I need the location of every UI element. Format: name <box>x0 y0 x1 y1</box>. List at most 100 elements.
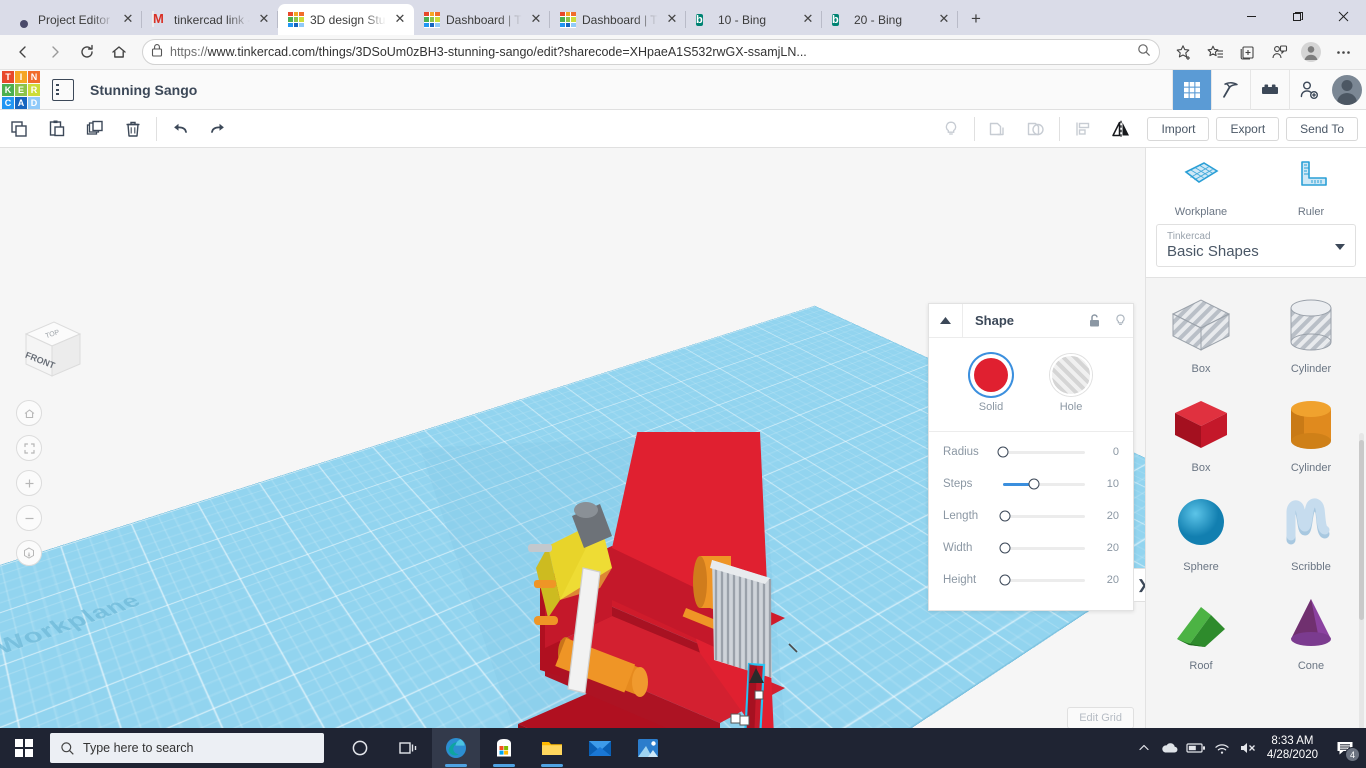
clock[interactable]: 8:33 AM 4/28/2020 <box>1261 734 1328 762</box>
sidebar-scrollbar-thumb[interactable] <box>1359 440 1364 620</box>
share-feedback-icon[interactable] <box>1264 37 1294 67</box>
tab-close-button[interactable]: ✕ <box>256 12 272 28</box>
new-tab-button[interactable]: + <box>962 5 990 33</box>
photos-icon[interactable] <box>624 728 672 768</box>
solid-swatch[interactable] <box>970 354 1012 396</box>
lightbulb-icon[interactable] <box>1107 304 1133 338</box>
edit-grid-button[interactable]: Edit Grid <box>1067 707 1134 729</box>
home-view-icon[interactable] <box>16 400 42 426</box>
browser-settings-menu-icon[interactable] <box>1328 37 1358 67</box>
slider-knob[interactable] <box>997 446 1009 458</box>
lego-brick-icon[interactable] <box>1250 70 1289 110</box>
favorites-icon[interactable] <box>1200 37 1230 67</box>
back-icon[interactable] <box>8 37 38 67</box>
lightbulb-icon[interactable] <box>932 110 970 148</box>
shape-library-dropdown[interactable]: Tinkercad Basic Shapes <box>1156 224 1356 267</box>
add-person-icon[interactable] <box>1289 70 1328 110</box>
edge-icon[interactable] <box>432 728 480 768</box>
cortana-icon[interactable] <box>336 728 384 768</box>
mirror-icon[interactable] <box>1102 110 1140 148</box>
tab-close-button[interactable]: ✕ <box>392 12 408 28</box>
hole-mode-option[interactable]: Hole <box>1050 354 1092 413</box>
tab-close-button[interactable]: ✕ <box>664 12 680 28</box>
trash-icon[interactable] <box>114 110 152 148</box>
tab-close-button[interactable]: ✕ <box>800 12 816 28</box>
tab-close-button[interactable]: ✕ <box>120 12 136 28</box>
volume-muted-icon[interactable] <box>1235 728 1261 768</box>
battery-icon[interactable] <box>1183 728 1209 768</box>
file-explorer-icon[interactable] <box>528 728 576 768</box>
browser-profile-avatar[interactable] <box>1296 37 1326 67</box>
minecraft-pickaxe-icon[interactable] <box>1211 70 1250 110</box>
view-cube[interactable]: TOP FRONT <box>14 314 86 386</box>
property-slider[interactable] <box>1003 478 1085 490</box>
project-menu-icon[interactable] <box>52 78 74 101</box>
blocks-grid-icon[interactable] <box>1172 70 1211 110</box>
property-value[interactable]: 20 <box>1093 542 1119 554</box>
shape-item-scribble-5[interactable]: Scribble <box>1256 486 1366 579</box>
wifi-icon[interactable] <box>1209 728 1235 768</box>
avatar[interactable] <box>1328 70 1366 110</box>
duplicate-icon[interactable] <box>76 110 114 148</box>
slider-knob[interactable] <box>999 510 1011 522</box>
property-slider[interactable] <box>999 574 1085 586</box>
zoom-out-icon[interactable] <box>16 505 42 531</box>
slider-knob[interactable] <box>999 574 1011 586</box>
copy-icon[interactable] <box>0 110 38 148</box>
search-icon[interactable] <box>1137 43 1151 62</box>
forward-icon[interactable] <box>40 37 70 67</box>
paste-icon[interactable] <box>38 110 76 148</box>
fit-to-view-icon[interactable] <box>16 435 42 461</box>
export-button[interactable]: Export <box>1216 117 1280 141</box>
shape-item-box-0[interactable]: Box <box>1146 288 1256 381</box>
browser-tab-4[interactable]: Dashboard | Tinke ✕ <box>550 4 686 35</box>
show-hidden-icons-icon[interactable] <box>1131 728 1157 768</box>
shape-item-box-2[interactable]: Box <box>1146 387 1256 480</box>
property-value[interactable]: 0 <box>1093 446 1119 458</box>
address-bar[interactable]: https://www.tinkercad.com/things/3DSoUm0… <box>142 39 1160 65</box>
zoom-in-icon[interactable] <box>16 470 42 496</box>
browser-tab-3[interactable]: Dashboard | Tinke ✕ <box>414 4 550 35</box>
property-slider[interactable] <box>997 446 1085 458</box>
hole-swatch[interactable] <box>1050 354 1092 396</box>
chevron-up-icon[interactable] <box>929 303 963 338</box>
search-input[interactable]: Type here to search <box>50 733 324 763</box>
sidebar-item-workplane[interactable]: Workplane <box>1146 158 1256 218</box>
shape-item-cone-7[interactable]: Cone <box>1256 585 1366 678</box>
maximize-button[interactable] <box>1274 0 1320 32</box>
tinkercad-logo[interactable]: TIN KER CAD <box>0 70 40 110</box>
add-favorite-icon[interactable] <box>1168 37 1198 67</box>
property-slider[interactable] <box>999 510 1085 522</box>
shape-item-cylinder-1[interactable]: Cylinder <box>1256 288 1366 381</box>
slider-knob[interactable] <box>999 542 1011 554</box>
shape-item-cylinder-3[interactable]: Cylinder <box>1256 387 1366 480</box>
shape-item-sphere-4[interactable]: Sphere <box>1146 486 1256 579</box>
browser-tab-6[interactable]: b 20 - Bing ✕ <box>822 4 958 35</box>
browser-tab-2-active[interactable]: 3D design Stunnin ✕ <box>278 4 414 35</box>
redo-icon[interactable] <box>199 110 237 148</box>
start-icon[interactable] <box>0 728 48 768</box>
chevron-down-icon[interactable] <box>1335 243 1345 250</box>
property-slider[interactable] <box>999 542 1085 554</box>
unlock-icon[interactable] <box>1081 304 1107 338</box>
microsoft-store-icon[interactable] <box>480 728 528 768</box>
align-icon[interactable] <box>1064 110 1102 148</box>
group-icon[interactable] <box>979 110 1017 148</box>
task-view-icon[interactable] <box>384 728 432 768</box>
slider-knob[interactable] <box>1028 478 1040 490</box>
property-value[interactable]: 20 <box>1093 574 1119 586</box>
ungroup-icon[interactable] <box>1017 110 1055 148</box>
solid-mode-option[interactable]: Solid <box>970 354 1012 413</box>
property-value[interactable]: 20 <box>1093 510 1119 522</box>
browser-tab-1[interactable]: tinkercad link - da ✕ <box>142 4 278 35</box>
tab-close-button[interactable]: ✕ <box>936 12 952 28</box>
browser-tab-0[interactable]: Project Editor - Ins ✕ <box>6 4 142 35</box>
tab-close-button[interactable]: ✕ <box>528 12 544 28</box>
mail-icon[interactable] <box>576 728 624 768</box>
home-icon[interactable] <box>104 37 134 67</box>
perspective-toggle-icon[interactable] <box>16 540 42 566</box>
close-button[interactable] <box>1320 0 1366 32</box>
import-button[interactable]: Import <box>1147 117 1210 141</box>
minimize-button[interactable] <box>1228 0 1274 32</box>
property-value[interactable]: 10 <box>1093 478 1119 490</box>
